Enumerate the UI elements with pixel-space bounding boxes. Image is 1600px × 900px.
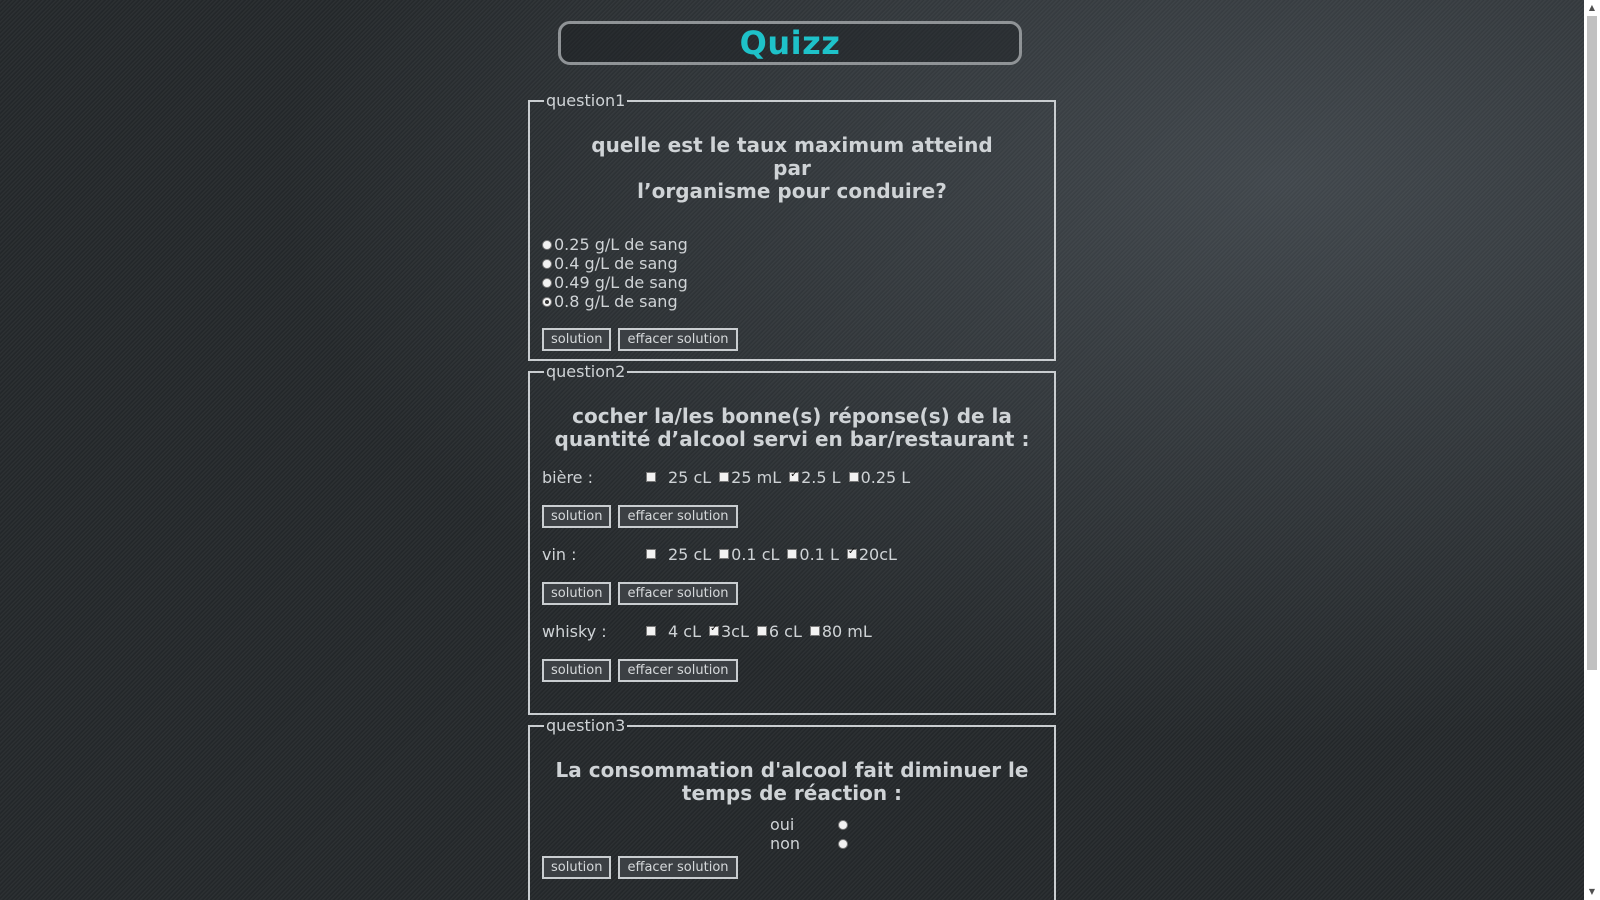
radio-option-label: non bbox=[770, 834, 801, 853]
checkbox-label: 80 mL bbox=[821, 621, 872, 641]
checkbox-label: 25 cL bbox=[668, 467, 712, 487]
radio-button[interactable] bbox=[542, 277, 552, 288]
question3-legend: question3 bbox=[546, 716, 626, 735]
checkbox[interactable] bbox=[719, 472, 730, 482]
radio-option[interactable]: oui bbox=[770, 815, 850, 834]
radio-option-label: oui bbox=[770, 815, 795, 834]
radio-button[interactable] bbox=[838, 838, 848, 849]
checkbox-option[interactable]: 0.1 cL bbox=[719, 545, 785, 564]
question1-text-line2: l’organisme pour conduire? bbox=[637, 179, 947, 203]
page-title: Quizz bbox=[739, 24, 841, 62]
scroll-up-arrow-icon[interactable]: ▲ bbox=[1584, 0, 1600, 16]
radio-button[interactable] bbox=[542, 239, 552, 250]
checkbox-label: 2.5 L bbox=[801, 467, 841, 487]
scrollbar-thumb[interactable] bbox=[1587, 16, 1597, 670]
checkbox-checked[interactable] bbox=[789, 469, 800, 482]
radio-option-label: 0.8 g/L de sang bbox=[554, 292, 678, 311]
question2-fieldset: question2 cocher la/les bonne(s) réponse… bbox=[528, 362, 1056, 715]
checkbox[interactable] bbox=[756, 626, 767, 636]
checkbox-option[interactable]: 25 cL bbox=[646, 545, 717, 564]
beer-row: bière : 25 cL 25 mL 2.5 L 0.25 L bbox=[542, 467, 1042, 487]
checkbox-label: 0.25 L bbox=[860, 467, 911, 487]
radio-option-label: 0.4 g/L de sang bbox=[554, 254, 678, 273]
checkbox-label: 20cL bbox=[858, 544, 897, 564]
radio-option-label: 0.25 g/L de sang bbox=[554, 235, 688, 254]
solution-button[interactable]: solution bbox=[542, 328, 612, 351]
question1-text: quelle est le taux maximum atteind par l… bbox=[572, 134, 1012, 203]
radio-option[interactable]: non bbox=[770, 834, 850, 853]
checkbox[interactable] bbox=[809, 626, 820, 636]
checkbox-option[interactable]: 25 cL bbox=[646, 468, 717, 487]
page-viewport: Quizz question1 quelle est le taux maxim… bbox=[0, 0, 1584, 900]
radio-option[interactable]: 0.25 g/L de sang bbox=[542, 235, 1042, 254]
question2-legend: question2 bbox=[546, 362, 626, 381]
checkbox-option[interactable]: 4 cL bbox=[646, 622, 707, 641]
checkbox[interactable] bbox=[646, 549, 656, 559]
checkbox[interactable] bbox=[646, 626, 656, 636]
checkbox[interactable] bbox=[646, 472, 656, 482]
whisky-label: whisky : bbox=[542, 621, 607, 641]
checkbox-option[interactable]: 80 mL bbox=[809, 621, 878, 641]
checkbox-label: 4 cL bbox=[668, 621, 701, 641]
clear-solution-button[interactable]: effacer solution bbox=[618, 659, 738, 682]
wine-row: vin : 25 cL 0.1 cL 0.1 L 20cL bbox=[542, 544, 1042, 564]
whisky-buttons: solution effacer solution bbox=[542, 659, 1042, 682]
question1-legend: question1 bbox=[546, 91, 626, 110]
vertical-scrollbar[interactable]: ▲ ▼ bbox=[1584, 0, 1600, 900]
checkbox-option[interactable]: 25 mL bbox=[719, 468, 787, 487]
checkbox-label: 25 mL bbox=[731, 467, 782, 487]
solution-button[interactable]: solution bbox=[542, 659, 612, 682]
clear-solution-button[interactable]: effacer solution bbox=[618, 582, 738, 605]
question1-text-line1: quelle est le taux maximum atteind par bbox=[591, 133, 993, 180]
checkbox-checked[interactable] bbox=[846, 546, 857, 559]
checkbox-option[interactable]: 0.1 L bbox=[787, 545, 844, 564]
question1-fieldset: question1 quelle est le taux maximum att… bbox=[528, 91, 1056, 361]
checkbox-option[interactable]: 20cL bbox=[846, 544, 903, 564]
radio-button[interactable] bbox=[542, 258, 552, 269]
radio-button[interactable] bbox=[838, 819, 848, 830]
radio-option[interactable]: 0.4 g/L de sang bbox=[542, 254, 1042, 273]
wine-label: vin : bbox=[542, 544, 577, 564]
question3-text: La consommation d'alcool fait diminuer l… bbox=[552, 759, 1032, 805]
solution-button[interactable]: solution bbox=[542, 582, 612, 605]
checkbox-label: 6 cL bbox=[768, 621, 802, 641]
checkbox[interactable] bbox=[848, 472, 859, 482]
question3-options: oui non bbox=[770, 815, 850, 853]
scroll-down-arrow-icon[interactable]: ▼ bbox=[1584, 884, 1600, 900]
checkbox-label: 0.1 cL bbox=[731, 544, 780, 564]
question1-buttons: solution effacer solution bbox=[542, 328, 1042, 351]
question3-fieldset: question3 La consommation d'alcool fait … bbox=[528, 716, 1056, 900]
title-banner: Quizz bbox=[558, 21, 1022, 65]
checkbox-option[interactable]: 2.5 L bbox=[789, 468, 846, 487]
question2-text-line2: quantité d’alcool servi en bar/restauran… bbox=[554, 427, 1030, 451]
clear-solution-button[interactable]: effacer solution bbox=[618, 328, 738, 351]
whisky-row: whisky : 4 cL 3cL 6 cL 80 mL bbox=[542, 621, 1042, 641]
checkbox-option[interactable]: 0.25 L bbox=[848, 467, 917, 487]
radio-option[interactable]: 0.8 g/L de sang bbox=[542, 292, 1042, 311]
question3-text-line2: temps de réaction : bbox=[681, 781, 903, 805]
checkbox-option[interactable]: 6 cL bbox=[756, 621, 808, 641]
checkbox-label: 3cL bbox=[720, 621, 749, 641]
radio-button-selected[interactable] bbox=[542, 296, 552, 307]
solution-button[interactable]: solution bbox=[542, 856, 612, 879]
checkbox-checked[interactable] bbox=[708, 623, 719, 636]
question3-buttons: solution effacer solution bbox=[542, 856, 1042, 879]
question1-options: 0.25 g/L de sang 0.4 g/L de sang 0.49 g/… bbox=[542, 235, 1042, 311]
radio-option[interactable]: 0.49 g/L de sang bbox=[542, 273, 1042, 292]
question3-text-line1: La consommation d'alcool fait diminuer l… bbox=[555, 758, 1029, 782]
question2-text-line1: cocher la/les bonne(s) réponse(s) de la bbox=[572, 404, 1012, 428]
checkbox-label: 0.1 L bbox=[799, 544, 839, 564]
checkbox[interactable] bbox=[787, 549, 798, 559]
clear-solution-button[interactable]: effacer solution bbox=[618, 856, 738, 879]
radio-option-label: 0.49 g/L de sang bbox=[554, 273, 688, 292]
beer-label: bière : bbox=[542, 467, 593, 487]
question2-text: cocher la/les bonne(s) réponse(s) de la … bbox=[552, 405, 1032, 451]
checkbox[interactable] bbox=[719, 549, 730, 559]
checkbox-label: 25 cL bbox=[668, 544, 712, 564]
checkbox-option[interactable]: 3cL bbox=[708, 621, 755, 641]
clear-solution-button[interactable]: effacer solution bbox=[618, 505, 738, 528]
solution-button[interactable]: solution bbox=[542, 505, 612, 528]
wine-buttons: solution effacer solution bbox=[542, 582, 1042, 605]
beer-buttons: solution effacer solution bbox=[542, 505, 1042, 528]
